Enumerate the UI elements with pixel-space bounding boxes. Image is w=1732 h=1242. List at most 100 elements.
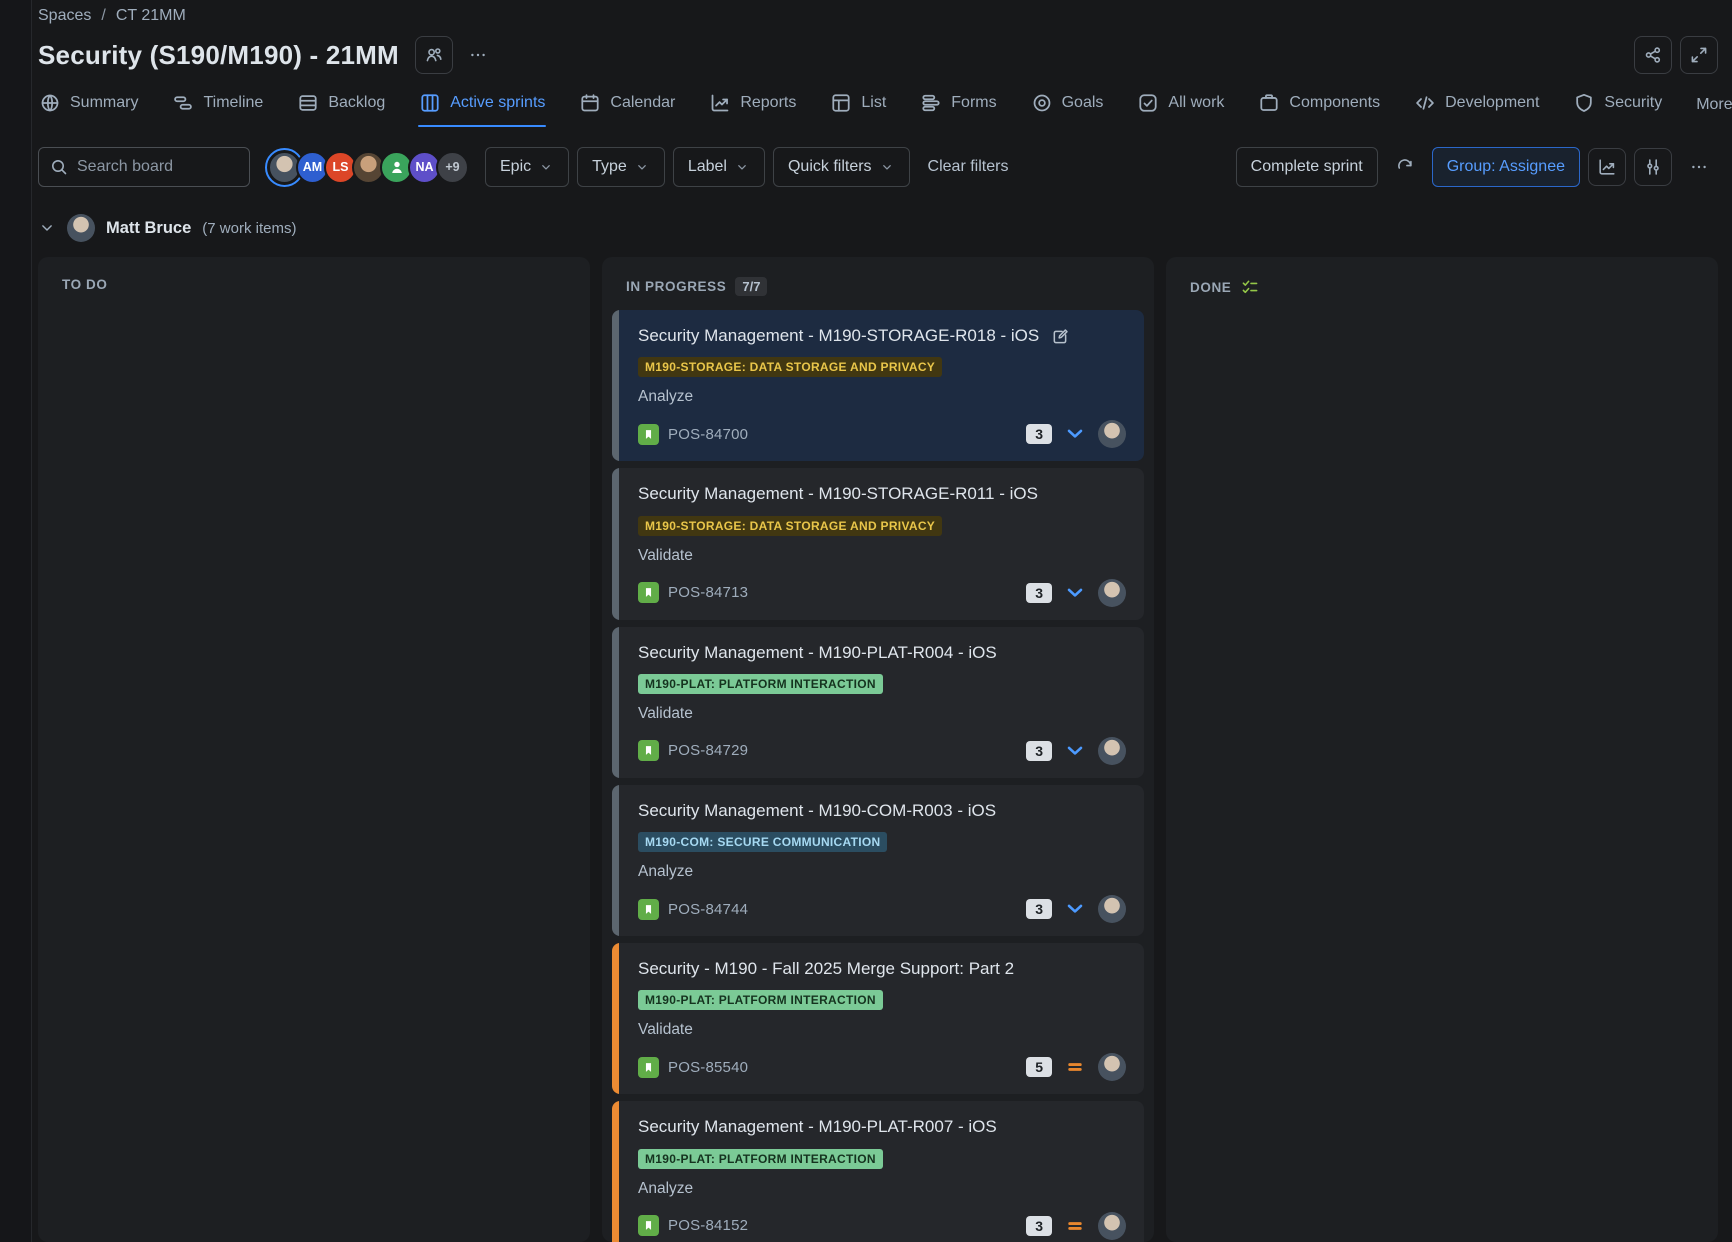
- breadcrumb-spaces[interactable]: Spaces: [38, 7, 91, 25]
- tab-reports[interactable]: Reports: [708, 88, 797, 127]
- breadcrumb-project[interactable]: CT 21MM: [116, 7, 186, 25]
- fullscreen-button[interactable]: [1680, 36, 1718, 74]
- avatar-initials: +9: [445, 160, 459, 174]
- tab-goals[interactable]: Goals: [1030, 88, 1105, 127]
- share-button[interactable]: [1634, 36, 1672, 74]
- swimlane-assignee-avatar[interactable]: [67, 214, 95, 242]
- card-issue-key[interactable]: POS-84700: [668, 426, 748, 443]
- breadcrumb: Spaces / CT 21MM: [38, 4, 1718, 28]
- board-page: Spaces / CT 21MM Security (S190/M190) - …: [0, 0, 1732, 1242]
- card-label-badge[interactable]: M190-STORAGE: DATA STORAGE AND PRIVACY: [638, 357, 942, 377]
- tab-backlog[interactable]: Backlog: [296, 88, 386, 127]
- tab-allwork-icon: [1137, 92, 1159, 114]
- tab-all-work[interactable]: All work: [1136, 88, 1225, 127]
- card-label-badge[interactable]: M190-PLAT: PLATFORM INTERACTION: [638, 990, 883, 1010]
- filter-epic-button[interactable]: Epic: [485, 147, 569, 187]
- card-status[interactable]: Analyze: [638, 863, 1126, 881]
- tab-development[interactable]: Development: [1413, 88, 1540, 127]
- insights-icon: [1597, 157, 1617, 177]
- story-type-icon: [638, 899, 659, 920]
- tab-forms[interactable]: Forms: [919, 88, 997, 127]
- view-settings-button[interactable]: [1634, 148, 1672, 186]
- tab-active-sprints[interactable]: Active sprints: [418, 88, 546, 127]
- clear-filters-button[interactable]: Clear filters: [928, 158, 1009, 176]
- tab-goals-icon: [1031, 92, 1053, 114]
- person-icon: [388, 158, 406, 176]
- card-issue-key[interactable]: POS-84729: [668, 742, 748, 759]
- ellipsis-icon: [468, 45, 488, 65]
- card-issue-key[interactable]: POS-84744: [668, 901, 748, 918]
- filter-type-button[interactable]: Type: [577, 147, 665, 187]
- column-title: TO DO: [62, 277, 108, 292]
- board-card[interactable]: Security Management - M190-PLAT-R004 - i…: [612, 627, 1144, 778]
- board-card[interactable]: Security Management - M190-PLAT-R007 - i…: [612, 1101, 1144, 1242]
- card-issue-key[interactable]: POS-85540: [668, 1059, 748, 1076]
- card-title: Security Management - M190-COM-R003 - iO…: [638, 800, 996, 821]
- filter-label: Quick filters: [788, 158, 872, 176]
- card-status[interactable]: Validate: [638, 705, 1126, 723]
- share-icon: [1643, 45, 1663, 65]
- bookmark-icon: [641, 1218, 656, 1233]
- assignee-avatar[interactable]: [1098, 737, 1126, 765]
- assignee-avatar[interactable]: [1098, 420, 1126, 448]
- card-label-badge[interactable]: M190-COM: SECURE COMMUNICATION: [638, 832, 887, 852]
- card-status[interactable]: Validate: [638, 1021, 1126, 1039]
- people-button[interactable]: [415, 36, 453, 74]
- card-issue-key[interactable]: POS-84152: [668, 1217, 748, 1234]
- edit-summary-icon: [1051, 327, 1070, 346]
- card-footer: POS-84729 3: [638, 737, 1126, 765]
- title-more-button[interactable]: [459, 36, 497, 74]
- filter-quick-filters-button[interactable]: Quick filters: [773, 147, 910, 187]
- story-type-icon: [638, 1215, 659, 1236]
- board-more-button[interactable]: [1680, 148, 1718, 186]
- tab-calendar[interactable]: Calendar: [578, 88, 676, 127]
- board-card[interactable]: Security Management - M190-STORAGE-R018 …: [612, 310, 1144, 461]
- card-label-badge[interactable]: M190-PLAT: PLATFORM INTERACTION: [638, 1149, 883, 1169]
- loop-button[interactable]: [1386, 148, 1424, 186]
- card-status[interactable]: Validate: [638, 547, 1126, 565]
- tab-security[interactable]: Security: [1572, 88, 1663, 127]
- tab-components[interactable]: Components: [1257, 88, 1381, 127]
- estimate-badge: 3: [1026, 741, 1052, 761]
- card-status[interactable]: Analyze: [638, 1180, 1126, 1198]
- assignee-avatar[interactable]: [1098, 895, 1126, 923]
- card-label-badge[interactable]: M190-STORAGE: DATA STORAGE AND PRIVACY: [638, 516, 942, 536]
- assignee-avatar[interactable]: [1098, 1053, 1126, 1081]
- priority-medium-icon: [1064, 1056, 1086, 1078]
- avatar-overflow[interactable]: +9: [436, 151, 469, 184]
- tab-list[interactable]: List: [829, 88, 887, 127]
- card-issue-key[interactable]: POS-84713: [668, 584, 748, 601]
- priority-low-icon: [1064, 740, 1086, 762]
- tab-summary[interactable]: Summary: [38, 88, 139, 127]
- complete-sprint-button[interactable]: Complete sprint: [1236, 147, 1378, 187]
- tab-label: Security: [1604, 94, 1662, 112]
- assignee-filter-avatars: AMLSNA+9: [268, 151, 469, 184]
- tab-label: Development: [1445, 94, 1539, 112]
- card-status[interactable]: Analyze: [638, 388, 1126, 406]
- board-card[interactable]: Security Management - M190-COM-R003 - iO…: [612, 785, 1144, 936]
- card-footer: POS-847133: [638, 579, 1126, 607]
- card-title: Security Management - M190-STORAGE-R018 …: [638, 325, 1039, 346]
- assignee-avatar[interactable]: [1098, 1212, 1126, 1240]
- group-by-label: Group: Assignee: [1447, 158, 1565, 176]
- tab-globe-icon: [39, 92, 61, 114]
- page-title: Security (S190/M190) - 21MM: [38, 40, 399, 71]
- board-card[interactable]: Security - M190 - Fall 2025 Merge Suppor…: [612, 943, 1144, 1094]
- estimate-badge: 3: [1026, 899, 1052, 919]
- collapse-swimlane-chevron-icon[interactable]: [38, 219, 56, 237]
- group-by-button[interactable]: Group: Assignee: [1432, 147, 1580, 187]
- avatar-initials: LS: [333, 160, 349, 174]
- filter-buttons: EpicTypeLabel Quick filters: [485, 147, 910, 187]
- card-label-badge[interactable]: M190-PLAT: PLATFORM INTERACTION: [638, 674, 883, 694]
- tab-components-icon: [1258, 92, 1280, 114]
- tab-timeline[interactable]: Timeline: [171, 88, 264, 127]
- insights-button[interactable]: [1588, 148, 1626, 186]
- assignee-avatar[interactable]: [1098, 579, 1126, 607]
- swimlane-header: Matt Bruce (7 work items): [38, 213, 1718, 243]
- search-input[interactable]: [77, 158, 239, 176]
- card-title-row: Security Management - M190-PLAT-R007 - i…: [638, 1116, 1126, 1137]
- board-column-done: DONE: [1166, 257, 1718, 1242]
- tab-more[interactable]: More9+: [1695, 92, 1732, 127]
- filter-label-button[interactable]: Label: [673, 147, 765, 187]
- board-card[interactable]: Security Management - M190-STORAGE-R011 …: [612, 468, 1144, 619]
